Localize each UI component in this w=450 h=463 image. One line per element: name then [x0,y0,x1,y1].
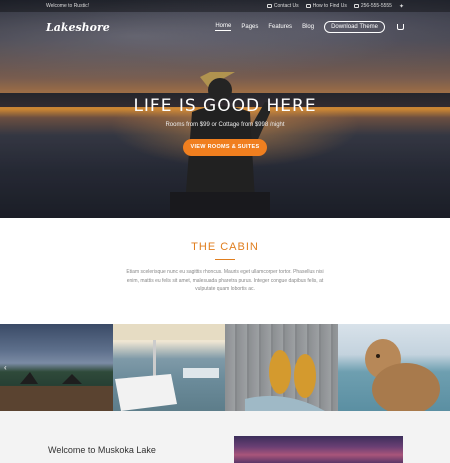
topbar-contact-link[interactable]: Contact Us [266,3,299,9]
welcome-image [234,436,403,463]
nav-item-blog[interactable]: Blog [302,24,314,30]
cabin-section: THE CABIN Etiam scelerisque nunc eu sagi… [0,218,450,324]
yoga-figures [0,372,113,411]
photo-gallery: ‹ [0,324,450,411]
nav-item-pages[interactable]: Pages [241,24,258,30]
mail-icon [266,4,272,8]
phone-icon [353,4,359,8]
welcome-title: Welcome to Muskoka Lake [48,445,156,455]
main-navigation: Lakeshore Home Pages Features Blog Downl… [0,14,450,40]
site-logo[interactable]: Lakeshore [46,21,215,34]
gallery-prev-arrow[interactable]: ‹ [4,364,10,372]
nav-item-home[interactable]: Home [215,23,232,31]
topbar-phone-label: 256-555-5555 [360,3,392,9]
topbar-phone-link[interactable]: 256-555-5555 [353,3,392,9]
nav-item-features[interactable]: Features [268,24,292,30]
view-rooms-button[interactable]: VIEW ROOMS & SUITES [183,139,267,156]
gallery-image-dog[interactable] [338,324,450,411]
cart-icon[interactable] [397,24,404,30]
topbar: Welcome to Rustic! Contact Us How to Fin… [0,0,450,12]
gallery-image-yoga-dock[interactable]: ‹ [0,324,113,411]
cabin-divider [215,259,235,260]
cabin-title: THE CABIN [191,241,259,253]
gallery-image-boat[interactable] [113,324,225,411]
twitter-icon[interactable]: ✦ [399,3,404,10]
shoes-shape [245,350,325,411]
topbar-find-label: How to Find Us [312,3,347,9]
gallery-image-shoes-dock[interactable] [225,324,338,411]
hero-title: LIFE IS GOOD HERE [133,96,317,116]
topbar-welcome: Welcome to Rustic! [46,3,89,9]
topbar-contact-label: Contact Us [273,3,299,9]
map-icon [305,4,311,8]
topbar-find-link[interactable]: How to Find Us [305,3,347,9]
download-theme-button[interactable]: Download Theme [324,21,385,33]
hero-subtitle: Rooms from $99 or Cottage from $998 /nig… [165,122,285,128]
boat-shape [113,324,225,411]
nav-menu: Home Pages Features Blog Download Theme [215,21,404,33]
cabin-body: Etiam scelerisque nunc eu sagittis rhonc… [126,269,324,292]
welcome-section: Welcome to Muskoka Lake [0,411,450,463]
dog-shape [365,339,440,411]
